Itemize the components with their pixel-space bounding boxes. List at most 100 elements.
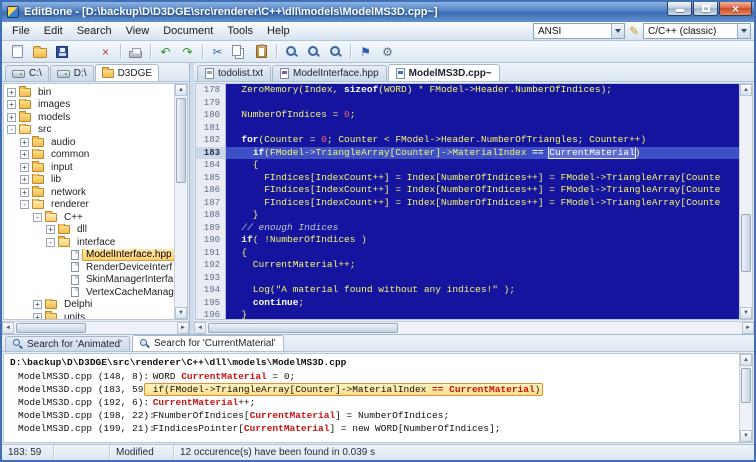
tree-item-label[interactable]: images [34, 99, 74, 112]
code-line[interactable]: 190 if( !NumberOfIndices ) [196, 234, 739, 247]
explorer-tab-c[interactable]: C:\ [5, 65, 49, 81]
find-button[interactable] [281, 42, 302, 61]
line-number[interactable]: 184 [196, 159, 226, 172]
tree-item[interactable]: - C++ [4, 211, 174, 224]
close-button[interactable] [719, 2, 752, 16]
editor-tab-modelinterfacehpp[interactable]: ModelInterface.hpp [272, 65, 387, 81]
search-result-row[interactable]: ModelMS3D.cpp (192, 6): CurrentMaterial+… [4, 396, 739, 409]
editor-vertical-scrollbar[interactable] [739, 84, 752, 319]
search-tab[interactable]: Search for 'CurrentMaterial' [131, 335, 284, 351]
minimize-button[interactable] [667, 2, 692, 16]
tree-item[interactable]: SkinManagerInterfa [4, 274, 174, 287]
tree-item-label[interactable]: RenderDeviceInterf [82, 261, 174, 274]
scroll-up-icon[interactable] [175, 84, 187, 96]
bookmark-button[interactable]: ⚑ [355, 42, 376, 61]
tree-item[interactable]: - src [4, 123, 174, 137]
line-number[interactable]: 194 [196, 284, 226, 297]
app-icon[interactable] [7, 6, 19, 18]
search-result-row[interactable]: ModelMS3D.cpp (183, 59): if(FModel->Tria… [4, 383, 739, 396]
scroll-thumb[interactable] [741, 368, 751, 403]
tree-item[interactable]: + input [4, 161, 174, 174]
scroll-up-icon[interactable] [740, 84, 752, 96]
expand-icon[interactable]: + [20, 137, 29, 147]
maximize-button[interactable] [693, 2, 718, 16]
tree-item[interactable]: + common [4, 148, 174, 162]
cut-button[interactable]: ✂ [207, 42, 228, 61]
scroll-thumb[interactable] [16, 323, 86, 333]
directory-tree[interactable]: + bin + images + models - src + audio + common + inpu… [4, 84, 174, 319]
expand-icon[interactable]: + [20, 162, 29, 172]
scroll-track[interactable] [175, 96, 187, 307]
tree-item-label[interactable]: dll [73, 224, 91, 237]
tree-item-label[interactable]: SkinManagerInterfa [82, 274, 174, 287]
tree-item[interactable]: + models [4, 111, 174, 124]
explorer-tab-d3dge[interactable]: D3DGE [94, 64, 160, 81]
editor-horizontal-scrollbar[interactable] [194, 321, 754, 334]
tree-item[interactable]: + units [4, 311, 174, 319]
code-line[interactable]: 193 [196, 271, 739, 284]
tree-item[interactable]: + bin [4, 86, 174, 99]
collapse-icon[interactable]: - [20, 200, 29, 210]
tree-item[interactable]: - renderer [4, 198, 174, 212]
scroll-up-icon[interactable] [740, 354, 752, 366]
code-line[interactable]: 185 FIndices[IndexCount++] = Index[Numbe… [196, 171, 739, 184]
line-number[interactable]: 178 [196, 84, 226, 97]
search-result-file-header[interactable]: D:\backup\D\D3DGE\src\renderer\C++\dll\m… [4, 356, 739, 370]
search-tab[interactable]: Search for 'Animated' [5, 336, 130, 351]
tree-item[interactable]: + images [4, 98, 174, 112]
tree-item-label[interactable]: C++ [60, 211, 87, 224]
code-line[interactable]: 195 continue; [196, 296, 739, 309]
expand-icon[interactable]: + [7, 87, 16, 97]
results-vertical-scrollbar[interactable] [739, 354, 752, 442]
tree-item-label[interactable]: input [47, 161, 77, 174]
expand-icon[interactable]: + [7, 112, 16, 122]
tree-item[interactable]: + Delphi [4, 298, 174, 312]
line-number[interactable]: 188 [196, 209, 226, 222]
encoding-select[interactable]: ANSI [532, 23, 625, 39]
tree-item[interactable]: - interface [4, 236, 174, 249]
line-number[interactable]: 182 [196, 134, 226, 147]
tree-item[interactable]: + lib [4, 173, 174, 187]
code-line[interactable]: 188 } [196, 209, 739, 222]
scroll-left-icon[interactable] [194, 322, 206, 334]
collapse-icon[interactable]: - [46, 237, 55, 247]
tree-item[interactable]: VertexCacheManag [4, 286, 174, 299]
tree-item-label[interactable]: VertexCacheManag [82, 286, 174, 299]
tree-item-label[interactable]: ModelInterface.hpp [82, 248, 174, 261]
menu-edit[interactable]: Edit [37, 23, 70, 39]
line-number[interactable]: 196 [196, 309, 226, 319]
code-line[interactable]: 181 [196, 121, 739, 134]
print-button[interactable] [125, 42, 146, 61]
tree-item-label[interactable]: interface [73, 236, 119, 249]
code-line[interactable]: 187 FIndices[IndexCount++] = Index[Numbe… [196, 196, 739, 209]
menu-help[interactable]: Help [260, 23, 297, 39]
search-result-row[interactable]: ModelMS3D.cpp (148, 8): WORD CurrentMate… [4, 370, 739, 383]
tree-item-label[interactable]: units [60, 311, 89, 319]
new-file-button[interactable] [7, 42, 28, 61]
line-number[interactable]: 183 [196, 146, 226, 159]
expand-icon[interactable]: + [46, 225, 55, 235]
save-all-button[interactable] [73, 42, 94, 61]
code-line[interactable]: 192 CurrentMaterial++; [196, 259, 739, 272]
title-bar[interactable]: EditBone - [D:\backup\D\D3DGE\src\render… [2, 2, 754, 22]
copy-button[interactable] [229, 42, 250, 61]
scroll-thumb[interactable] [741, 214, 751, 272]
search-result-row[interactable]: ModelMS3D.cpp (198, 22): FNumberOfIndice… [4, 409, 739, 422]
line-number[interactable]: 190 [196, 234, 226, 247]
line-number[interactable]: 192 [196, 259, 226, 272]
expand-icon[interactable]: + [33, 312, 42, 319]
expand-icon[interactable]: + [20, 187, 29, 197]
editor-tab-todolisttxt[interactable]: todolist.txt [197, 65, 272, 81]
collapse-icon[interactable]: - [7, 125, 16, 135]
scroll-right-icon[interactable] [177, 322, 189, 334]
line-number[interactable]: 186 [196, 184, 226, 197]
code-line[interactable]: 186 FIndices[IndexCount++] = Index[Numbe… [196, 184, 739, 197]
tree-item-label[interactable]: bin [34, 86, 55, 99]
options-button[interactable]: ⚙ [377, 42, 398, 61]
expand-icon[interactable]: + [20, 150, 29, 160]
scroll-track[interactable] [740, 366, 752, 430]
scroll-right-icon[interactable] [742, 322, 754, 334]
code-line[interactable]: 194 Log("A material found without any in… [196, 284, 739, 297]
explorer-tab-d[interactable]: D:\ [49, 65, 94, 81]
close-file-button[interactable]: × [95, 42, 116, 61]
